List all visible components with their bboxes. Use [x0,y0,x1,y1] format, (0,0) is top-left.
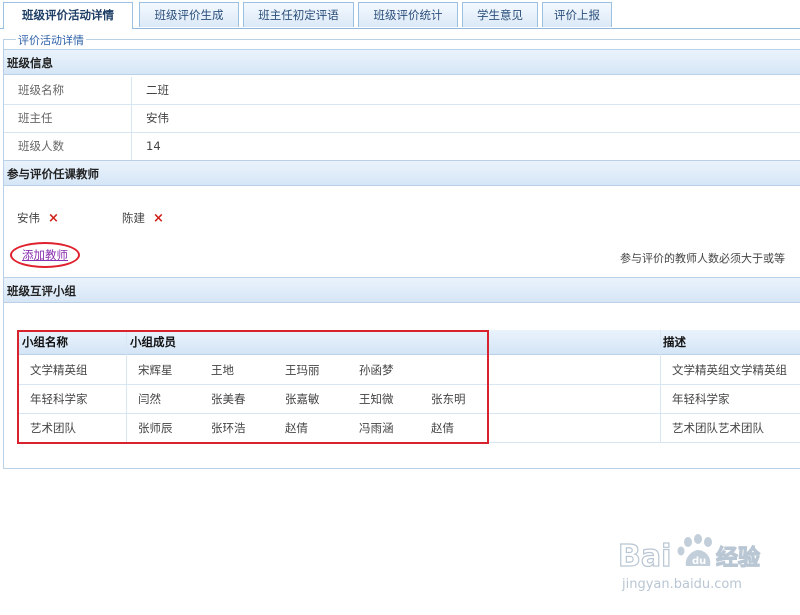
tab-student-opinion[interactable]: 学生意见 [462,2,538,27]
class-size-row: 班级人数 14 [4,133,800,161]
watermark-url: jingyan.baidu.com [621,577,742,592]
col-group-desc: 描述 [663,335,686,349]
head-teacher-row: 班主任 安伟 [4,105,800,133]
group-desc: 年轻科学家 [672,392,730,406]
teacher-name: 安伟 [17,211,40,225]
watermark-logo-icon: Bai du 经验 jingyan.baidu.com [617,534,761,592]
remove-teacher-icon[interactable]: × [153,211,164,226]
tab-bar: 班级评价活动详情 班级评价生成 班主任初定评语 班级评价统计 学生意见 评价上报 [0,0,800,29]
head-teacher-value: 安伟 [146,111,169,125]
teacher-name: 陈建 [122,211,145,225]
highlight-box [17,330,489,444]
teachers-header: 参与评价任课教师 [4,160,800,186]
svg-text:du: du [692,556,706,567]
add-teacher-link[interactable]: 添加教师 [10,242,80,268]
remove-teacher-icon[interactable]: × [48,211,59,226]
class-name-row: 班级名称 二班 [4,77,800,105]
baidu-jingyan-watermark: Bai du 经验 jingyan.baidu.com [617,532,788,602]
teacher-count-note: 参与评价的教师人数必须大于或等 [620,252,785,265]
watermark-brand: Bai [618,539,671,574]
group-desc: 文学精英组文学精英组 [672,363,787,377]
class-name-label: 班级名称 [4,77,132,104]
tab-class-eval-detail[interactable]: 班级评价活动详情 [3,2,133,29]
tab-eval-report[interactable]: 评价上报 [542,2,612,27]
class-info-header: 班级信息 [4,49,800,75]
teacher-item: 安伟 × [17,210,59,226]
teacher-item: 陈建 × [122,210,164,226]
group-desc: 艺术团队艺术团队 [672,421,764,435]
watermark-brand2: 经验 [716,545,760,571]
tab-class-eval-stats[interactable]: 班级评价统计 [358,2,458,27]
fieldset-legend: 评价活动详情 [16,32,86,48]
class-size-value: 14 [146,139,161,153]
groups-header: 班级互评小组 [4,277,800,303]
head-teacher-label: 班主任 [4,105,132,132]
tab-teacher-initial-comment[interactable]: 班主任初定评语 [243,2,354,27]
tab-class-eval-generate[interactable]: 班级评价生成 [139,2,239,27]
class-size-label: 班级人数 [4,133,132,160]
class-name-value: 二班 [146,83,169,97]
